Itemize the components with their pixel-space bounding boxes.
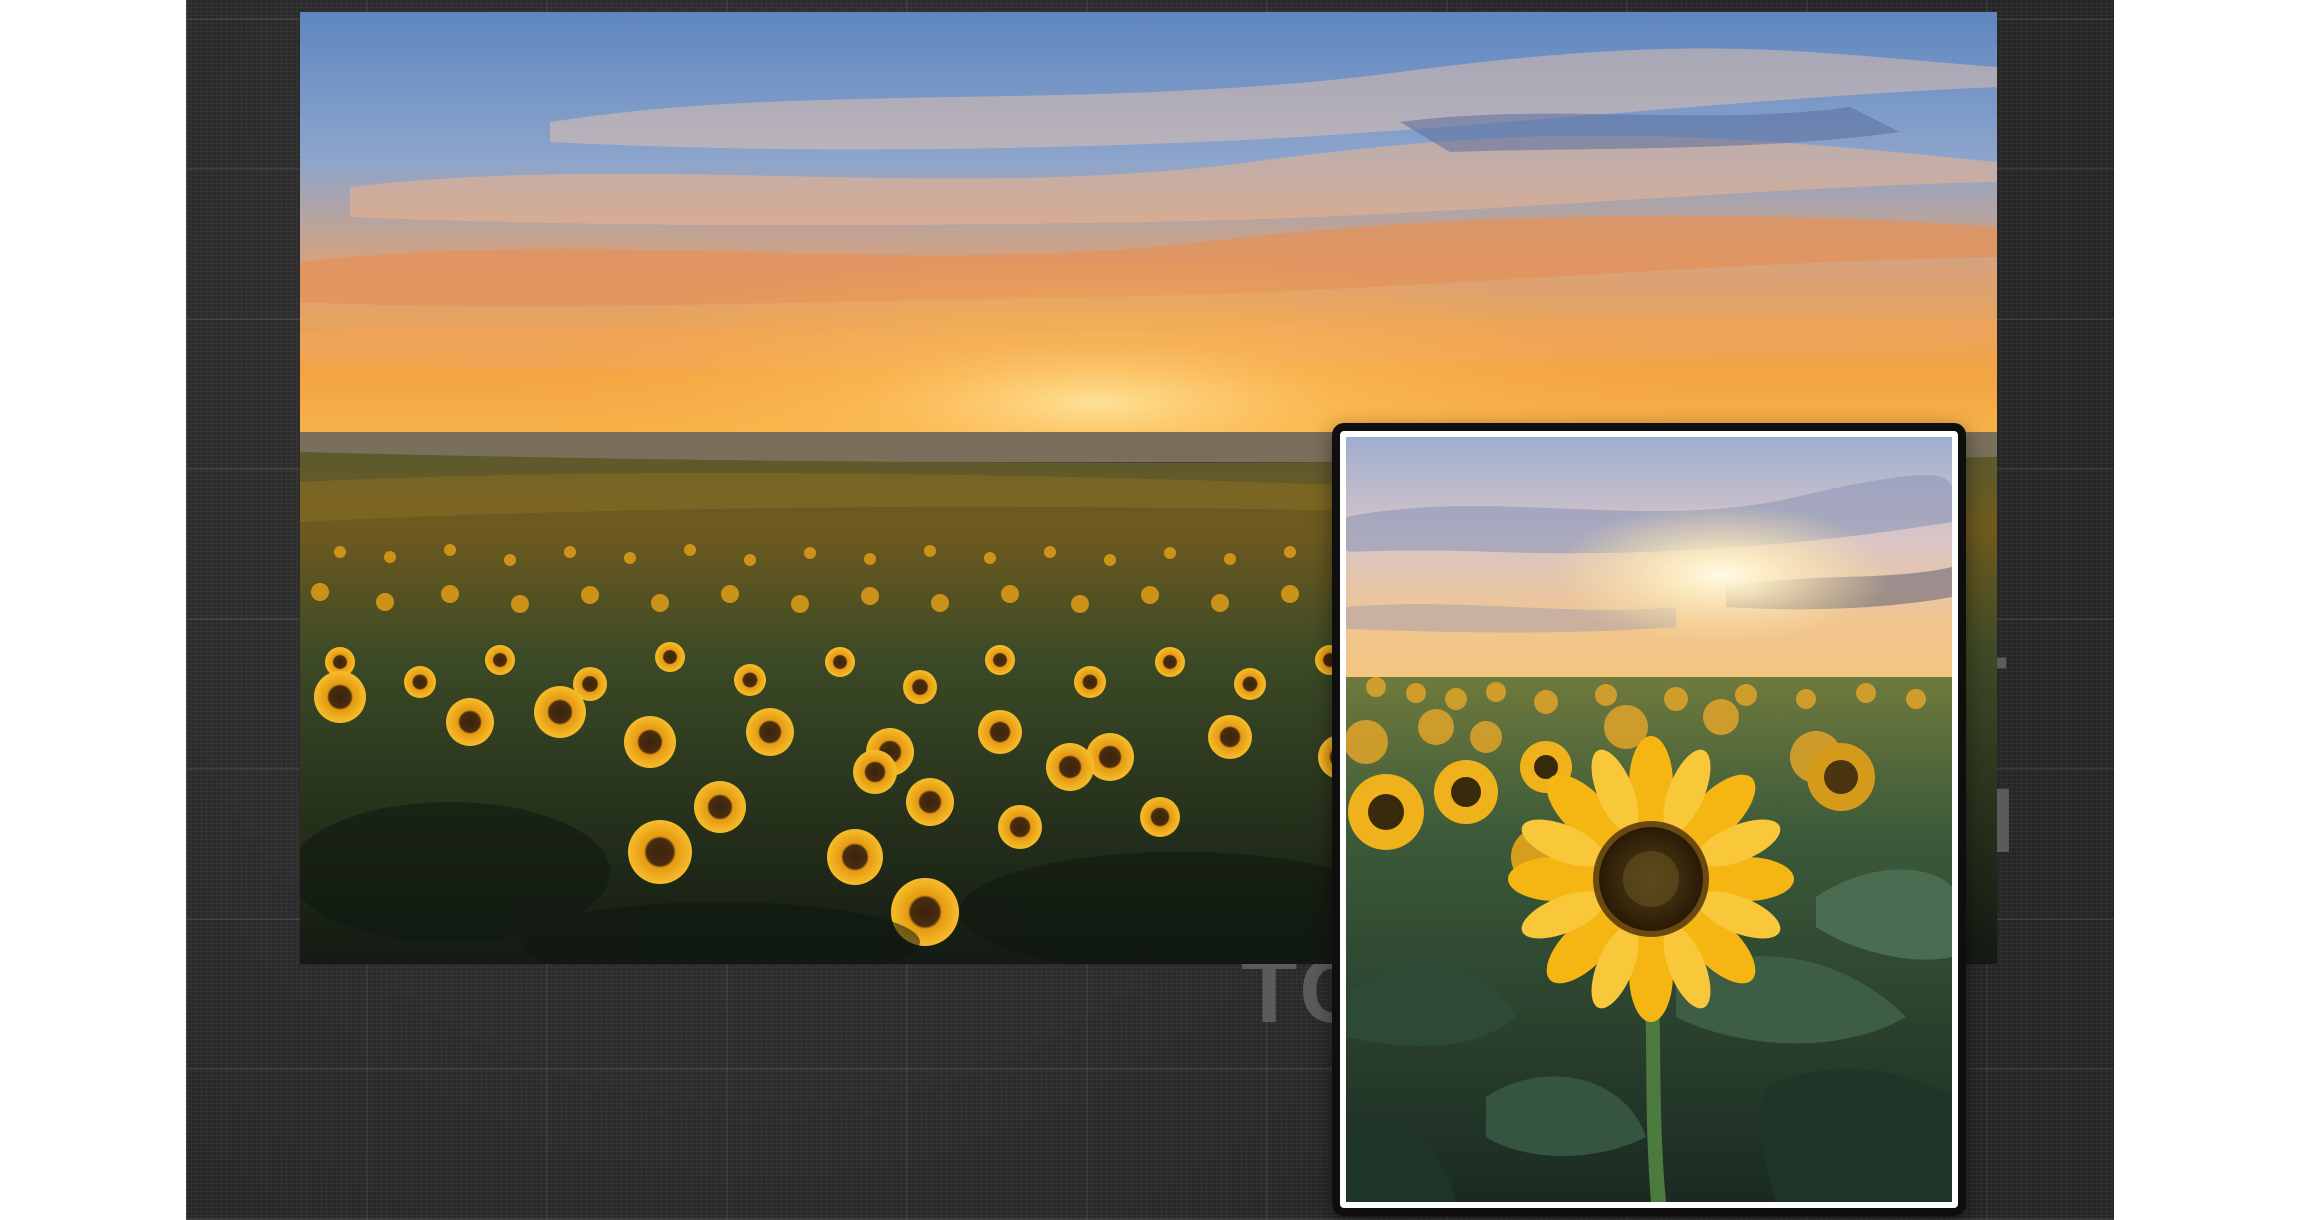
- single-sunflower-image: [1346, 437, 1952, 1202]
- inset-photo: [1346, 437, 1952, 1202]
- canvas: L- RI TC: [0, 0, 2311, 1220]
- inset-photo-frame: [1332, 423, 1966, 1216]
